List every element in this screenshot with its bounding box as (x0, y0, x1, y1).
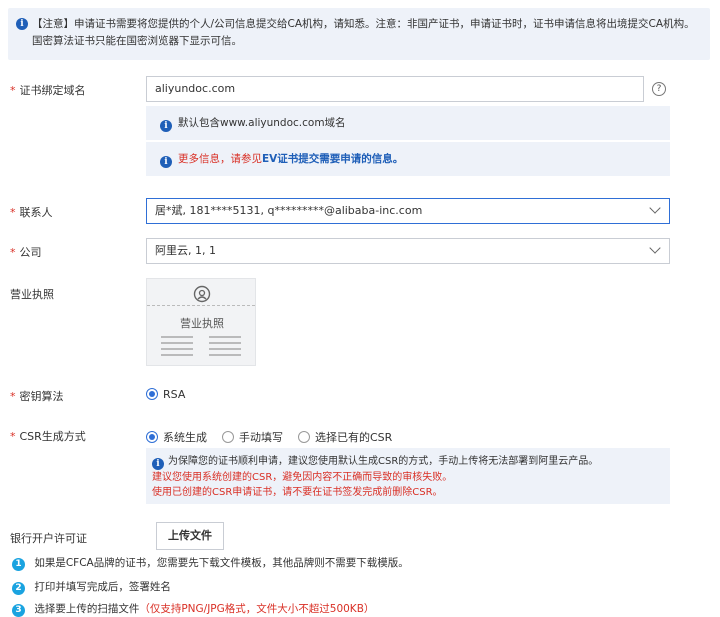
chevron-down-icon (649, 242, 661, 254)
license-placeholder: 营业执照 (180, 317, 224, 330)
domain-default-tip: i 默认包含www.aliyundoc.com域名 (146, 106, 670, 140)
notice-text: 【注意】申请证书需要将您提供的个人/公司信息提交给CA机构，请知悉。注意：非国产… (32, 18, 695, 47)
radio-icon (222, 431, 234, 443)
document-lines-icon (161, 336, 241, 356)
ev-info-link[interactable]: EV证书提交需要申请的信息。 (262, 153, 403, 165)
help-icon[interactable]: ? (652, 82, 666, 96)
domain-input[interactable]: aliyundoc.com (146, 76, 644, 102)
upload-file-button[interactable]: 上传文件 (156, 522, 224, 550)
notice-banner: i 【注意】申请证书需要将您提供的个人/公司信息提交给CA机构，请知悉。注意：非… (8, 8, 710, 60)
contact-select[interactable]: 居*斌, 181****5131, q*********@alibaba-inc… (146, 198, 670, 224)
csr-label: * CSR生成方式 (10, 430, 86, 443)
radio-icon (146, 431, 158, 443)
info-icon: i (152, 458, 164, 470)
license-upload[interactable]: 营业执照 (146, 278, 256, 366)
company-select[interactable]: 阿里云, 1, 1 (146, 238, 670, 264)
step-item: 3 选择要上传的扫描文件（仅支持PNG/JPG格式，文件大小不超过500KB） (12, 601, 374, 617)
csr-warning-1: 建议您使用系统创建的CSR，避免因内容不正确而导致的审核失败。 (152, 472, 453, 483)
algorithm-label: * 密钥算法 (10, 390, 64, 403)
radio-manual[interactable]: 手动填写 (222, 429, 283, 445)
radio-system-generate[interactable]: 系统生成 (146, 429, 207, 445)
step-number-badge: 1 (12, 558, 25, 571)
step-number-badge: 3 (12, 604, 25, 617)
radio-rsa[interactable]: RSA (146, 388, 185, 401)
step-number-badge: 2 (12, 582, 25, 595)
divider (147, 305, 255, 306)
domain-label: * 证书绑定域名 (10, 84, 86, 97)
chevron-down-icon (649, 202, 661, 214)
csr-warning-2: 使用已创建的CSR申请证书，请不要在证书签发完成前删除CSR。 (152, 487, 443, 498)
step-item: 2 打印并填写完成后，签署姓名 (12, 579, 171, 595)
info-icon: i (160, 120, 172, 132)
csr-info-box: i 为保障您的证书顺利申请，建议您使用默认生成CSR的方式，手动上传将无法部署到阿… (146, 448, 670, 504)
license-label: 营业执照 (10, 288, 54, 301)
company-label: * 公司 (10, 246, 42, 259)
radio-icon (146, 388, 158, 400)
info-icon: i (160, 156, 172, 168)
contact-label: * 联系人 (10, 206, 53, 219)
avatar-icon (193, 285, 211, 303)
radio-existing-csr[interactable]: 选择已有的CSR (298, 429, 392, 445)
file-format-note: （仅支持PNG/JPG格式，文件大小不超过500KB） (139, 603, 375, 615)
domain-ev-tip: i 更多信息，请参见EV证书提交需要申请的信息。 (146, 142, 670, 176)
radio-icon (298, 431, 310, 443)
bank-label: 银行开户许可证 (10, 532, 87, 545)
step-item: 1 如果是CFCA品牌的证书，您需要先下载文件模板，其他品牌则不需要下载模版。 (12, 555, 409, 571)
info-icon: i (16, 18, 28, 30)
